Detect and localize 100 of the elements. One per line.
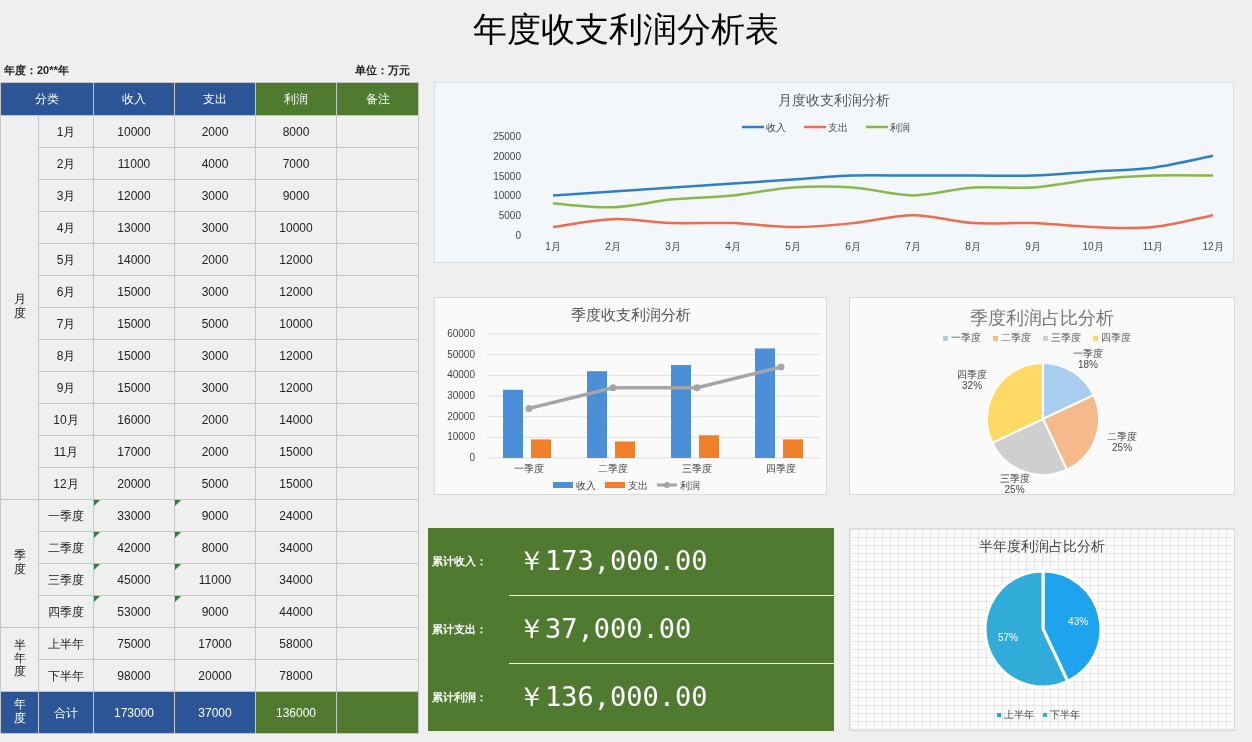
table-cell: 16000 (93, 403, 175, 436)
table-cell: 2月 (38, 147, 94, 180)
table-cell: 12月 (38, 467, 94, 500)
header-cell: 分类 (0, 82, 94, 116)
legend-swatch (943, 336, 948, 341)
year-label: 年度：20**年 (4, 62, 69, 78)
table-cell: 4000 (174, 147, 256, 180)
legend-swatch (605, 482, 625, 488)
legend-label: 下半年 (1050, 709, 1080, 720)
table-cell: 3000 (174, 211, 256, 244)
table-cell: 下半年 (38, 659, 94, 692)
data-label: 一季度 (1073, 347, 1103, 359)
data-label: 二季度 (1107, 430, 1138, 442)
table-cell: 34000 (255, 563, 337, 596)
table-cell: 3000 (174, 339, 256, 372)
legend-label: 支出 (628, 480, 648, 491)
table-cell: 14000 (93, 243, 175, 276)
legend-swatch (657, 482, 677, 488)
error-flag-icon (94, 500, 100, 506)
bar (503, 389, 523, 458)
table-cell: 78000 (255, 659, 337, 692)
data-point (777, 363, 785, 371)
data-label: 25% (1004, 483, 1025, 494)
table-cell: 7000 (255, 147, 337, 180)
legend-label: 二季度 (1001, 332, 1031, 343)
table-cell: 3000 (174, 275, 256, 308)
legend-swatch (866, 125, 888, 129)
header-cell: 收入 (93, 82, 175, 116)
error-flag-icon (175, 532, 181, 538)
axis-label: 4月 (725, 241, 741, 252)
table-cell: 10000 (255, 307, 337, 340)
table-cell: 136000 (255, 691, 337, 734)
table-cell: 7月 (38, 307, 94, 340)
summary-label: 累计支出： (432, 622, 488, 638)
legend-swatch (1093, 336, 1098, 341)
table-cell: 1月 (38, 115, 94, 148)
header-cell: 支出 (174, 82, 256, 116)
group-label: 半年度 (13, 638, 26, 679)
legend-label: 四季度 (1101, 332, 1131, 343)
legend-label: 收入 (766, 122, 786, 133)
table-cell: 11000 (93, 147, 175, 180)
data-label: 43% (1068, 616, 1089, 628)
axis-label: 6月 (845, 241, 861, 252)
summary-value: ￥37,000.00 (518, 612, 692, 647)
table-cell: 8月 (38, 339, 94, 372)
table-cell: 2000 (174, 243, 256, 276)
chart-title: 月度收支利润分析 (778, 92, 890, 108)
axis-label: 10000 (447, 431, 475, 443)
page-title: 年度收支利润分析表 (473, 7, 779, 51)
data-point (609, 384, 617, 392)
legend-label: 收入 (576, 480, 596, 491)
legend-label: 支出 (828, 122, 848, 133)
table-cell: 42000 (93, 531, 175, 564)
table-cell: 17000 (93, 435, 175, 468)
axis-label: 12月 (1202, 241, 1224, 252)
table-cell: 37000 (174, 691, 256, 734)
table-cell: 13000 (93, 211, 175, 244)
table-cell: 9000 (255, 179, 337, 212)
table-cell: 12000 (255, 339, 337, 372)
table-cell: 2000 (174, 115, 256, 148)
data-point (693, 384, 701, 392)
table-cell: 四季度 (38, 595, 94, 628)
group-label: 季度 (13, 549, 26, 576)
table-cell: 15000 (93, 371, 175, 404)
axis-label: 20000 (493, 150, 521, 162)
table-cell: 34000 (255, 531, 337, 564)
unit-label: 单位：万元 (355, 62, 410, 78)
table-cell: 10000 (255, 211, 337, 244)
group-label: 月度 (13, 293, 26, 320)
chart-title: 季度收支利润分析 (571, 306, 691, 323)
table-cell: 15000 (93, 275, 175, 308)
summary-label: 累计收入： (432, 554, 488, 570)
bar (531, 439, 551, 458)
legend-swatch (1043, 713, 1047, 717)
table-cell: 44000 (255, 595, 337, 628)
axis-label: 50000 (447, 348, 475, 360)
axis-label: 10月 (1082, 241, 1104, 252)
table-cell: 8000 (174, 531, 256, 564)
table-cell: 45000 (93, 563, 175, 596)
legend-label: 利润 (890, 122, 910, 133)
data-label: 25% (1112, 441, 1133, 453)
axis-label: 0 (469, 452, 475, 463)
error-flag-icon (175, 500, 181, 506)
data-label: 57% (997, 631, 1018, 643)
summary-value: ￥136,000.00 (518, 680, 708, 715)
table-cell: 17000 (174, 627, 256, 660)
bar (783, 439, 803, 458)
data-label: 32% (962, 380, 983, 392)
table-cell: 9000 (174, 595, 256, 628)
legend-swatch (1043, 336, 1048, 341)
legend-swatch (804, 125, 826, 129)
table-cell: 12000 (255, 243, 337, 276)
table-cell: 5000 (174, 307, 256, 340)
error-flag-icon (175, 564, 181, 570)
table-cell: 二季度 (38, 531, 94, 564)
axis-label: 40000 (447, 369, 475, 381)
error-flag-icon (94, 532, 100, 538)
data-label: 18% (1078, 358, 1098, 370)
axis-label: 30000 (447, 390, 475, 401)
axis-label: 2月 (605, 241, 621, 252)
